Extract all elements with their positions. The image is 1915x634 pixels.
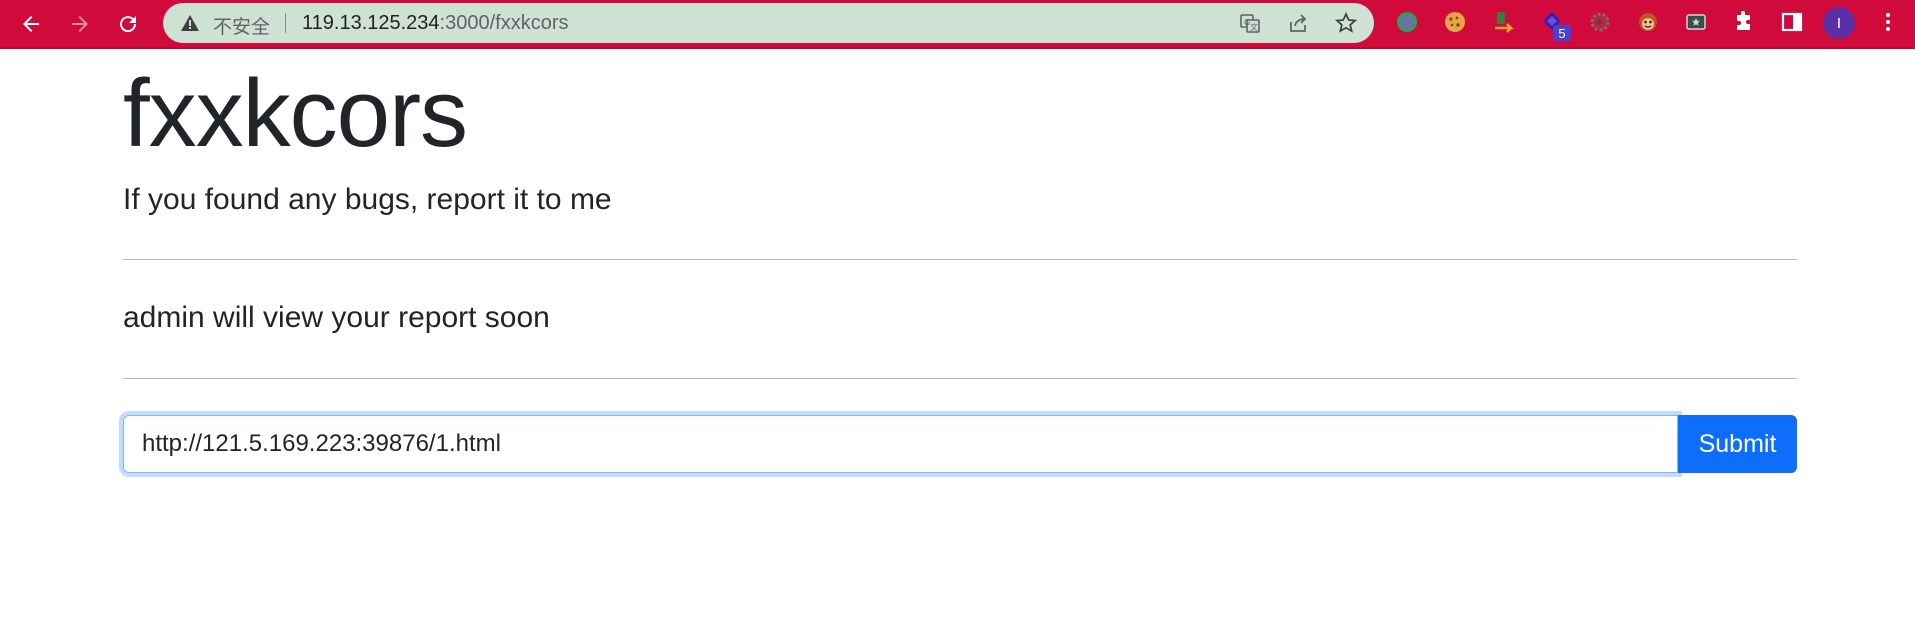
- omnibox-divider: [285, 13, 286, 33]
- sidepanel-icon[interactable]: [1780, 10, 1804, 34]
- extension-badge: 5: [1553, 25, 1571, 41]
- extension-arrow-icon[interactable]: [1492, 10, 1516, 34]
- star-icon[interactable]: [1334, 11, 1358, 34]
- forward-button[interactable]: [62, 6, 98, 42]
- translate-icon[interactable]: G文: [1239, 12, 1261, 34]
- svg-text:文: 文: [1250, 22, 1258, 32]
- reload-icon: [120, 16, 137, 33]
- forward-icon: [72, 16, 88, 32]
- report-form: Submit: [123, 415, 1797, 473]
- browser-toolbar: 不安全 119.13.125.234:3000/fxxkcors G文 5 I: [0, 0, 1915, 49]
- back-button[interactable]: [13, 6, 49, 42]
- puzzle-icon[interactable]: [1732, 10, 1756, 34]
- submit-button[interactable]: Submit: [1678, 415, 1797, 473]
- address-bar[interactable]: 不安全 119.13.125.234:3000/fxxkcors G文: [163, 3, 1374, 43]
- url-text[interactable]: 119.13.125.234:3000/fxxkcors: [302, 12, 569, 35]
- back-icon: [23, 16, 39, 32]
- info-text: admin will view your report soon: [123, 301, 550, 334]
- warning-icon: [181, 15, 199, 31]
- divider: [123, 378, 1797, 379]
- page-title: fxxkcors: [123, 60, 468, 167]
- reload-button[interactable]: [110, 6, 146, 42]
- url-path: :3000/fxxkcors: [439, 12, 569, 34]
- gear-icon[interactable]: [1588, 10, 1612, 34]
- share-icon[interactable]: [1287, 12, 1309, 34]
- extension-globe-icon[interactable]: [1395, 10, 1419, 34]
- lead-text: If you found any bugs, report it to me: [123, 183, 612, 216]
- screenshot-icon[interactable]: [1684, 10, 1708, 34]
- report-url-input[interactable]: [123, 415, 1678, 473]
- security-label[interactable]: 不安全: [213, 12, 270, 39]
- cookie-icon[interactable]: [1443, 10, 1467, 34]
- url-host: 119.13.125.234: [302, 12, 440, 34]
- menu-icon[interactable]: [1876, 10, 1900, 34]
- profile-avatar[interactable]: I: [1823, 7, 1855, 39]
- divider: [123, 259, 1797, 260]
- extension-monkey-icon[interactable]: [1636, 10, 1660, 34]
